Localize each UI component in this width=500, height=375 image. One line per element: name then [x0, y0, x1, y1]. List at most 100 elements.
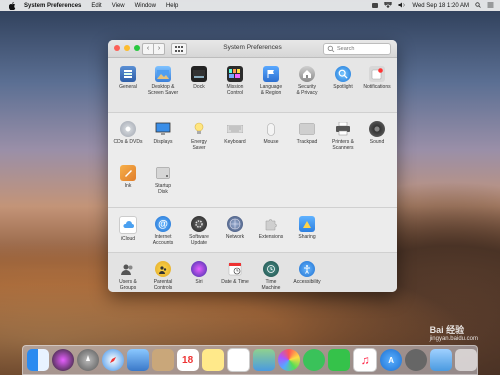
calendar-icon[interactable]: 18	[176, 349, 199, 371]
menu-edit[interactable]: Edit	[91, 3, 101, 9]
pane-accessibility[interactable]: Accessibility	[289, 261, 325, 285]
spotlight-menu-icon[interactable]	[475, 1, 481, 10]
flag-icon	[263, 66, 279, 82]
safari-icon[interactable]	[101, 349, 124, 371]
mission-control-icon	[227, 66, 243, 82]
app-store-icon[interactable]: A	[380, 349, 403, 371]
trackpad-icon	[299, 121, 315, 137]
watermark-brand: Bai 经验	[429, 325, 465, 335]
pane-displays[interactable]: Displays	[145, 121, 181, 145]
printer-icon	[335, 121, 351, 137]
messages-icon[interactable]	[303, 349, 326, 371]
siri-dock-icon[interactable]	[51, 349, 74, 371]
pane-dock[interactable]: Dock	[181, 66, 217, 90]
reminders-icon[interactable]	[226, 348, 251, 372]
pane-spotlight[interactable]: Spotlight	[325, 66, 361, 90]
pane-mouse[interactable]: Mouse	[253, 121, 289, 145]
disc-icon	[120, 121, 136, 137]
pane-extensions[interactable]: Extensions	[253, 216, 289, 240]
pane-language-region[interactable]: Language & Region	[253, 66, 289, 96]
pane-desktop-screen-saver[interactable]: Desktop & Screen Saver	[145, 66, 181, 96]
notifications-icon	[369, 66, 385, 82]
apple-menu-icon[interactable]	[8, 1, 16, 10]
notes-icon[interactable]	[201, 349, 224, 371]
keyboard-icon	[227, 121, 243, 137]
general-icon	[120, 66, 136, 82]
facetime-icon[interactable]	[328, 349, 351, 371]
pane-time-machine[interactable]: Time Machine	[253, 261, 289, 291]
search-field[interactable]	[323, 43, 391, 55]
pane-parental-controls[interactable]: Parental Controls	[145, 261, 181, 291]
dock-icon	[191, 66, 207, 82]
system-preferences-dock-icon[interactable]	[405, 349, 427, 371]
finder-icon[interactable]	[27, 349, 49, 371]
pane-ink[interactable]: Ink	[110, 165, 146, 189]
pane-label: Displays	[153, 139, 173, 145]
ink-icon	[120, 165, 136, 181]
contacts-icon[interactable]	[151, 349, 174, 371]
control-icon[interactable]	[487, 2, 494, 10]
pane-label: Ink	[124, 183, 132, 189]
menu-view[interactable]: View	[112, 3, 125, 9]
users-icon	[120, 261, 136, 277]
search-icon	[327, 45, 335, 53]
menu-help[interactable]: Help	[166, 3, 178, 9]
pane-sharing[interactable]: Sharing	[289, 216, 325, 240]
pane-users-groups[interactable]: Users & Groups	[110, 261, 146, 291]
cloud-icon	[119, 216, 137, 234]
pane-mission-control[interactable]: Mission Control	[217, 66, 253, 96]
section-hardware: CDs & DVDs Displays Energy Saver Keyboar…	[108, 113, 397, 208]
menu-bar: System Preferences Edit View Window Help…	[0, 0, 500, 11]
pane-label: Mission Control	[226, 84, 244, 96]
trash-icon[interactable]	[454, 349, 477, 371]
display-icon	[155, 121, 171, 137]
pane-security-privacy[interactable]: Security & Privacy	[289, 66, 325, 96]
watermark-url: jingyan.baidu.com	[429, 336, 478, 342]
launchpad-icon[interactable]	[76, 349, 99, 371]
airplay-icon[interactable]	[372, 3, 379, 8]
pane-label: Printers & Scanners	[332, 139, 354, 151]
pane-icloud[interactable]: iCloud	[110, 216, 146, 242]
dock: 18 ♫ A	[22, 345, 478, 375]
pane-sound[interactable]: Sound	[359, 121, 395, 145]
photos-icon[interactable]	[278, 349, 301, 371]
pane-date-time[interactable]: Date & Time	[217, 261, 253, 285]
pane-network[interactable]: Network	[217, 216, 253, 240]
mail-photo-icon[interactable]	[126, 349, 149, 371]
downloads-folder-icon[interactable]	[430, 349, 452, 371]
at-sign-icon: @	[155, 216, 171, 232]
section-internet-wireless: iCloud @ Internet Accounts Software Upda…	[108, 208, 397, 253]
desktop-icon	[155, 66, 171, 82]
pane-startup-disk[interactable]: Startup Disk	[145, 165, 181, 195]
wifi-icon[interactable]	[384, 0, 393, 10]
pane-label: Internet Accounts	[152, 234, 174, 246]
clock-text[interactable]: Wed Sep 18 1:20 AM	[412, 3, 469, 9]
bulb-icon	[191, 121, 207, 137]
pane-label: Startup Disk	[154, 183, 172, 195]
menu-window[interactable]: Window	[135, 3, 156, 9]
pane-label: Sharing	[298, 234, 316, 240]
pane-trackpad[interactable]: Trackpad	[289, 121, 325, 145]
pane-internet-accounts[interactable]: @ Internet Accounts	[145, 216, 181, 246]
title-bar: ‹ › System Preferences	[108, 40, 397, 58]
pane-general[interactable]: General	[110, 66, 146, 90]
pane-label: General	[119, 84, 137, 90]
pane-label: Users & Groups	[119, 279, 137, 291]
menu-app-name[interactable]: System Preferences	[24, 3, 81, 9]
pane-software-update[interactable]: Software Update	[181, 216, 217, 246]
pane-printers-scanners[interactable]: Printers & Scanners	[325, 121, 361, 151]
pane-siri[interactable]: Siri	[181, 261, 217, 285]
section-personal: General Desktop & Screen Saver Dock Miss…	[108, 58, 397, 113]
pane-label: Desktop & Screen Saver	[147, 84, 179, 96]
maps-icon[interactable]	[253, 349, 276, 371]
pane-cds-dvds[interactable]: CDs & DVDs	[110, 121, 146, 145]
pane-label: Notifications	[363, 84, 391, 90]
pane-energy-saver[interactable]: Energy Saver	[181, 121, 217, 151]
volume-icon[interactable]	[398, 2, 406, 10]
search-input[interactable]	[335, 46, 387, 52]
pane-keyboard[interactable]: Keyboard	[217, 121, 253, 145]
pane-notifications[interactable]: Notifications	[359, 66, 395, 90]
pane-label: Time Machine	[261, 279, 281, 291]
itunes-icon[interactable]: ♫	[353, 348, 378, 372]
accessibility-icon	[299, 261, 315, 277]
